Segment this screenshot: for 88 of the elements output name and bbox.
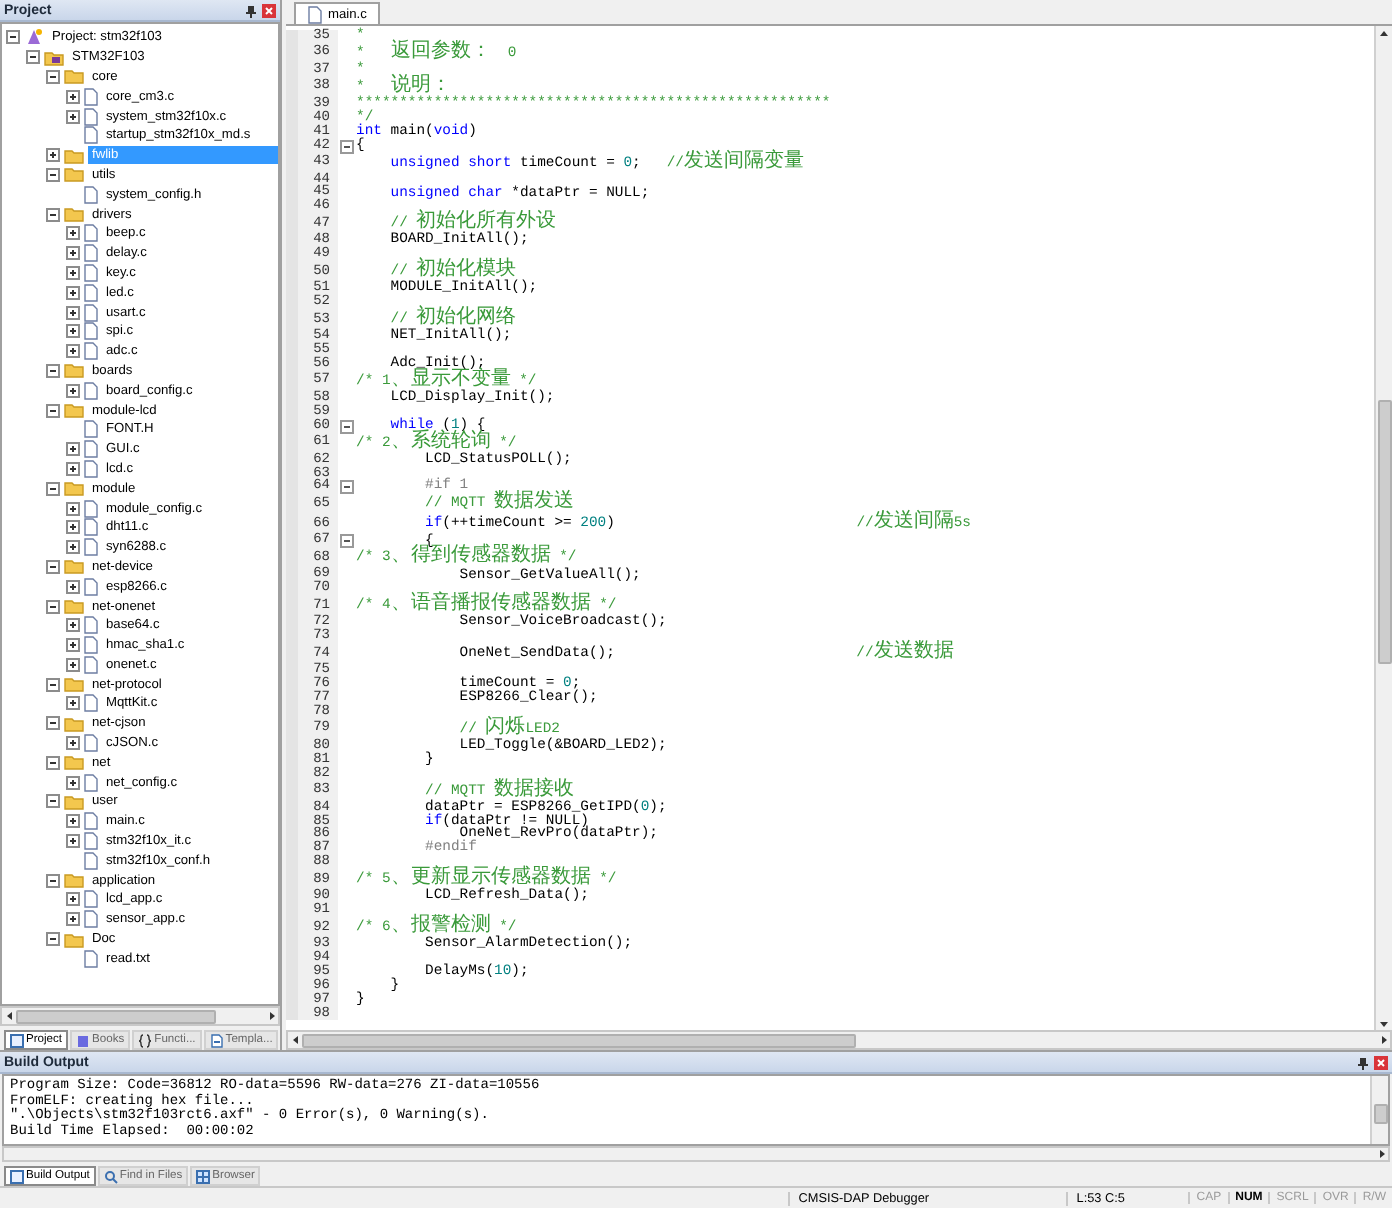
collapse-icon[interactable] [46,167,60,182]
pin-icon[interactable] [244,3,258,17]
expand-icon[interactable] [46,148,60,163]
fold-icon[interactable] [340,419,354,434]
folder-icon [64,754,84,771]
folder-icon [64,676,84,693]
folder-icon [64,362,84,379]
fold-icon[interactable] [340,480,354,495]
expand-icon[interactable] [66,246,80,261]
file-icon [84,381,98,400]
collapse-icon[interactable] [46,873,60,888]
horizontal-scrollbar[interactable] [0,1006,280,1027]
expand-icon[interactable] [66,834,80,849]
collapse-icon[interactable] [46,207,60,222]
search-icon [103,1169,118,1184]
window-icon [10,1169,24,1184]
collapse-icon[interactable] [46,69,60,84]
window-icon [10,1033,24,1048]
file-icon [84,734,98,753]
target-folder-icon [44,49,64,66]
expand-icon[interactable] [66,579,80,594]
collapse-icon[interactable] [46,481,60,496]
collapse-icon[interactable] [46,755,60,770]
horizontal-scrollbar[interactable] [286,1030,1392,1051]
collapse-icon[interactable] [46,932,60,947]
expand-icon[interactable] [66,696,80,711]
grid-icon [196,1169,211,1184]
expand-icon[interactable] [66,305,80,320]
fold-icon[interactable] [340,534,354,549]
folder-icon [64,402,84,419]
expand-icon[interactable] [66,775,80,790]
collapse-icon[interactable] [46,363,60,378]
expand-icon[interactable] [66,442,80,457]
file-icon [84,185,98,204]
expand-icon[interactable] [66,383,80,398]
collapse-icon[interactable] [46,794,60,809]
expand-icon[interactable] [66,461,80,476]
expand-icon[interactable] [66,226,80,241]
expand-icon[interactable] [66,265,80,280]
expand-icon[interactable] [66,638,80,653]
expand-icon[interactable] [66,814,80,829]
file-icon [84,577,98,596]
fold-icon[interactable] [340,139,354,154]
project-icon [24,28,44,47]
expand-icon[interactable] [66,324,80,339]
pin-icon[interactable] [1356,1055,1370,1070]
expand-icon[interactable] [66,89,80,104]
book-icon [76,1033,91,1048]
vertical-scrollbar[interactable] [1370,1076,1388,1145]
expand-icon[interactable] [66,501,80,516]
expand-icon[interactable] [66,657,80,672]
folder-icon [64,480,84,497]
file-icon [84,949,98,968]
expand-icon[interactable] [66,285,80,300]
expand-icon[interactable] [66,109,80,124]
folder-icon [64,206,84,223]
scroll-arrow-icon[interactable] [3,1010,15,1023]
folder-icon [64,558,84,575]
braces-icon [138,1033,153,1048]
collapse-icon[interactable] [46,677,60,692]
expand-icon[interactable] [66,892,80,907]
file-icon [84,773,98,792]
folder-icon [64,872,84,889]
collapse-icon[interactable] [46,403,60,418]
collapse-icon[interactable] [6,30,20,45]
scroll-arrow-icon[interactable] [1378,27,1390,39]
folder-icon [64,598,84,614]
expand-icon[interactable] [66,344,80,359]
expand-icon[interactable] [66,618,80,633]
collapse-icon[interactable] [46,716,60,731]
expand-icon[interactable] [66,520,80,535]
close-icon[interactable] [262,3,276,17]
file-icon [84,694,98,713]
collapse-icon[interactable] [26,50,40,65]
folder-icon [64,931,84,948]
expand-icon[interactable] [66,540,80,555]
vertical-scrollbar[interactable] [1374,26,1392,1031]
collapse-icon[interactable] [46,559,60,574]
folder-icon [64,793,84,810]
scroll-arrow-icon[interactable] [1375,1148,1387,1161]
horizontal-scrollbar[interactable] [2,1146,1390,1163]
collapse-icon[interactable] [46,599,60,613]
document-icon [209,1033,224,1048]
expand-icon[interactable] [66,912,80,927]
folder-icon [64,68,84,85]
folder-icon [64,715,84,732]
expand-icon[interactable] [66,736,80,751]
close-icon[interactable] [1374,1055,1388,1070]
